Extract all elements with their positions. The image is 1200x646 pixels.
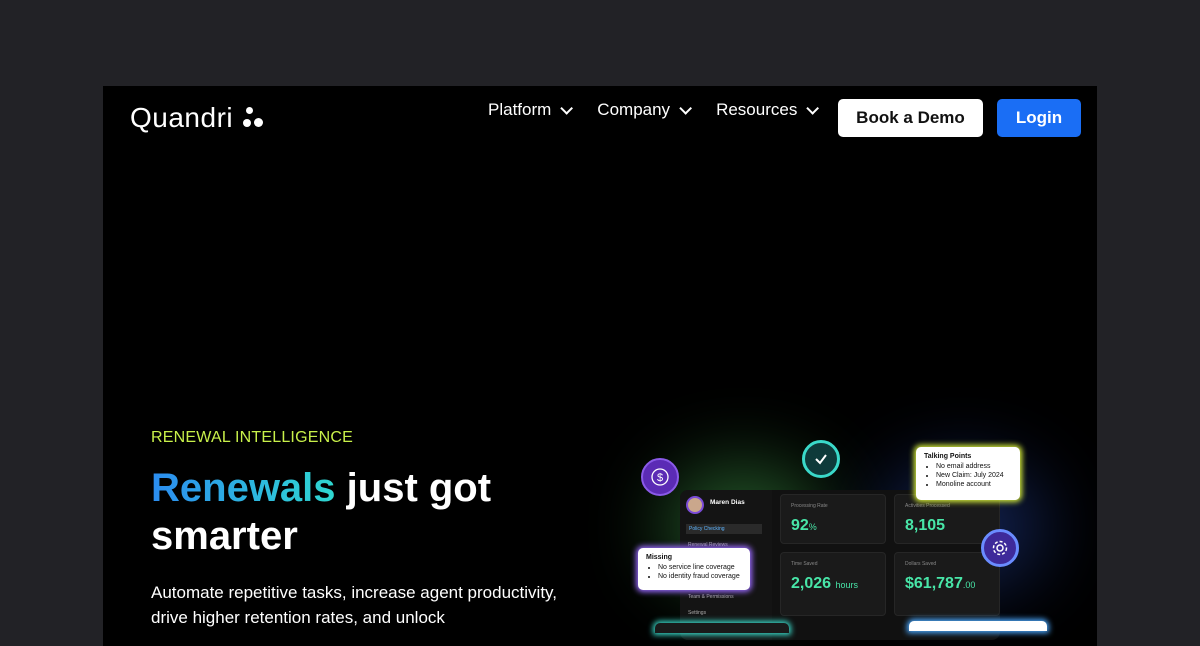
- sidebar-item-settings: Settings: [688, 610, 707, 616]
- login-button[interactable]: Login: [997, 99, 1081, 137]
- nav-resources-label: Resources: [716, 100, 798, 119]
- nav-company-label: Company: [597, 100, 671, 119]
- stat-card: Time Saved 2,026 hours: [780, 552, 886, 616]
- logo[interactable]: Quandri: [130, 102, 264, 134]
- talking-point-item: New Claim: July 2024: [936, 471, 1012, 480]
- hero-eyebrow: RENEWAL INTELLIGENCE: [151, 429, 353, 446]
- missing-title: Missing: [646, 554, 673, 561]
- talking-point-item: Monoline account: [936, 480, 1012, 489]
- headline-highlight: Renewals: [151, 466, 336, 510]
- stat-label: Processing Rate: [791, 503, 828, 509]
- sidebar-item-policy-checking: Policy Checking: [686, 524, 762, 534]
- partial-card: [909, 621, 1047, 631]
- book-demo-button[interactable]: Book a Demo: [838, 99, 983, 137]
- checkmark-icon: [802, 440, 840, 478]
- main-nav: Platform Company Resources: [488, 100, 843, 120]
- user-name: Maren Dias: [710, 499, 745, 506]
- partial-card: [655, 623, 789, 633]
- chevron-down-icon: [806, 101, 820, 115]
- nav-platform[interactable]: Platform: [488, 100, 574, 120]
- missing-card: Missing No service line coverage No iden…: [638, 548, 750, 590]
- stat-label: Dollars Saved: [905, 561, 937, 567]
- hero-headline: Renewals just got smarter: [151, 464, 571, 560]
- missing-item: No identity fraud coverage: [658, 572, 742, 581]
- stat-card: Processing Rate 92%: [780, 494, 886, 544]
- stat-value: $61,787.00: [905, 575, 976, 592]
- headline-rest: just got: [335, 466, 492, 510]
- chevron-down-icon: [679, 101, 693, 115]
- talking-points-title: Talking Points: [924, 453, 972, 460]
- stat-label: Activities Processed: [905, 503, 950, 509]
- headline-line2: smarter: [151, 514, 298, 558]
- svg-text:$: $: [657, 472, 663, 484]
- sidebar-item-team: Team & Permissions: [688, 594, 734, 600]
- talking-points-card: Talking Points No email address New Clai…: [916, 447, 1020, 500]
- dollar-icon: $: [641, 458, 679, 496]
- talking-point-item: No email address: [936, 462, 1012, 471]
- stat-value: 92%: [791, 517, 817, 534]
- stat-card: Dollars Saved $61,787.00: [894, 552, 1000, 616]
- nav-resources[interactable]: Resources: [716, 100, 820, 120]
- stat-value: 8,105: [905, 517, 946, 534]
- missing-item: No service line coverage: [658, 563, 742, 572]
- avatar: [686, 496, 704, 514]
- stat-label: Time Saved: [791, 561, 818, 567]
- logo-text: Quandri: [130, 102, 234, 133]
- nav-company[interactable]: Company: [597, 100, 693, 120]
- stat-value: 2,026 hours: [791, 575, 859, 592]
- logo-mark-icon: [243, 105, 264, 131]
- gear-icon: [981, 529, 1019, 567]
- chevron-down-icon: [560, 101, 574, 115]
- browser-frame: Quandri Platform Company Resources Book …: [103, 86, 1097, 646]
- nav-platform-label: Platform: [488, 100, 552, 119]
- hero-subtext: Automate repetitive tasks, increase agen…: [151, 583, 557, 627]
